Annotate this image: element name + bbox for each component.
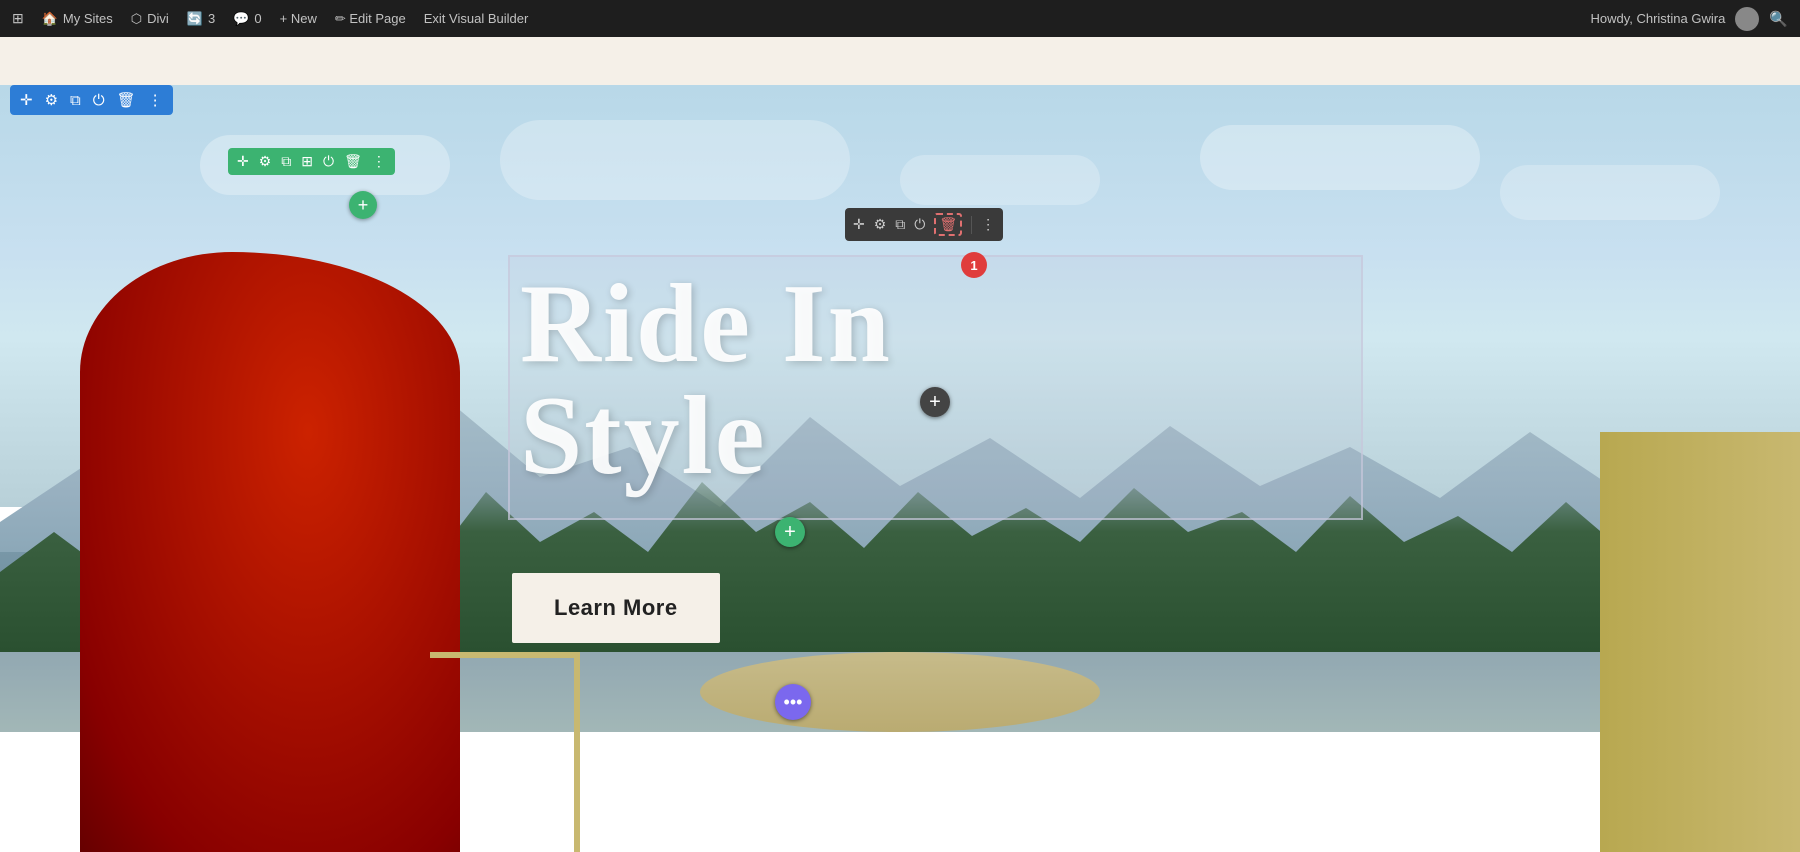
cloud-3 [900,155,1100,205]
page-builder-toolbar: ✛ ⚙ ⧉ ⏻ 🗑 ⋮ [10,85,173,115]
module-add-icon[interactable]: ✛ [853,216,865,233]
exit-builder-btn[interactable]: Exit Visual Builder [424,11,529,26]
section-layout-icon[interactable]: ⊞ [301,153,313,170]
heading-line2: Style [520,380,892,492]
module-more-icon[interactable]: ⋮ [981,216,995,233]
new-label: + New [280,11,317,26]
section-add-button[interactable]: + [349,191,377,219]
section-add-icon[interactable]: ✛ [237,153,249,170]
module-settings-icon[interactable]: ⚙ [874,216,887,233]
more-icon[interactable]: ⋮ [148,91,163,109]
section-more-icon[interactable]: ⋮ [372,153,386,170]
module-power-icon[interactable]: ⏻ [914,216,925,233]
red-figure [80,252,460,852]
my-sites-label: My Sites [63,11,113,26]
module-delete-icon[interactable]: 🗑 [934,213,962,236]
module-toolbar: ✛ ⚙ ⧉ ⏻ 🗑 ⋮ [845,208,1003,241]
power-icon[interactable]: ⏻ [93,92,105,109]
avatar [1735,7,1759,31]
notification-badge: 1 [961,252,987,278]
column-add-button[interactable]: + [920,387,950,417]
section-copy-icon[interactable]: ⧉ [281,153,291,170]
section-options-button[interactable]: ••• [775,684,811,720]
boat-rail-left [430,652,580,852]
heading-line1: Ride In [520,268,892,380]
wp-logo[interactable]: ⊞ [12,10,24,27]
divi-label: Divi [147,11,169,26]
hero-beach [700,652,1100,732]
comments-icon: 💬 [233,11,249,27]
exit-builder-label: Exit Visual Builder [424,11,529,26]
cloud-2 [500,120,850,200]
delete-icon[interactable]: 🗑 [117,91,136,109]
toolbar-separator [971,216,972,234]
comments-count: 0 [254,11,261,26]
cloud-4 [1200,125,1480,190]
admin-bar: ⊞ 🏠 My Sites ⬡ Divi 🔄 3 💬 0 + New ✏ Edit… [0,0,1800,37]
copy-icon[interactable]: ⧉ [70,92,81,109]
sync-count: 3 [208,11,215,26]
my-sites-menu[interactable]: 🏠 My Sites [42,11,113,27]
howdy-label: Howdy, Christina Gwira [1590,11,1725,26]
edit-page-btn[interactable]: ✏ Edit Page [335,11,406,27]
search-icon[interactable]: 🔍 [1769,10,1788,28]
sites-icon: 🏠 [42,11,58,27]
row-add-button[interactable]: + [775,517,805,547]
module-copy-icon[interactable]: ⧉ [895,216,905,233]
learn-more-button[interactable]: Learn More [512,573,720,643]
settings-icon[interactable]: ⚙ [45,91,58,109]
section-delete-icon[interactable]: 🗑 [344,153,362,170]
edit-page-label: ✏ Edit Page [335,11,406,27]
comments-menu[interactable]: 💬 0 [233,11,261,27]
cloud-5 [1500,165,1720,220]
boat-edge-right [1600,432,1800,852]
sync-menu[interactable]: 🔄 3 [187,11,215,27]
section-power-icon[interactable]: ⏻ [323,153,334,170]
move-icon[interactable]: ✛ [20,91,33,109]
wp-icon: ⊞ [12,10,24,27]
divi-menu[interactable]: ⬡ Divi [131,11,169,27]
new-menu[interactable]: + New [280,11,317,26]
section-toolbar: ✛ ⚙ ⧉ ⊞ ⏻ 🗑 ⋮ [228,148,395,175]
divi-toolbar-strip [0,37,1800,85]
hero-heading: Ride In Style [520,268,892,492]
divi-icon: ⬡ [131,11,142,27]
admin-bar-right: Howdy, Christina Gwira 🔍 [1590,7,1788,31]
hero-section: Ride In Style Learn More [0,85,1800,852]
sync-icon: 🔄 [187,11,203,27]
section-settings-icon[interactable]: ⚙ [259,153,272,170]
